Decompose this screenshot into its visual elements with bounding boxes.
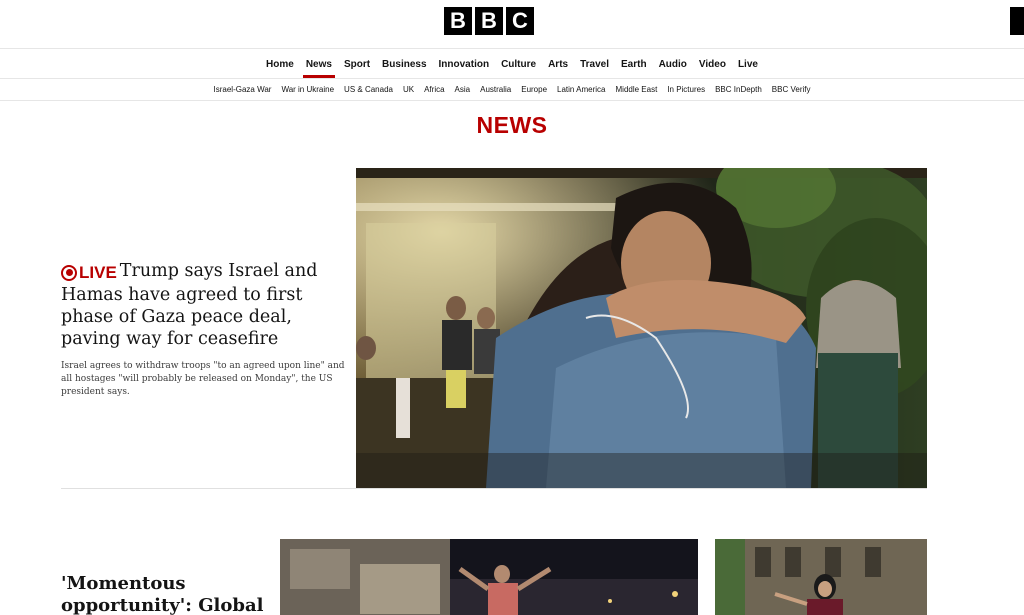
subnav-item-israel-gaza-war[interactable]: Israel-Gaza War: [209, 80, 277, 100]
photo-campus-icon: [715, 539, 927, 615]
secondary-nav-list: Israel-Gaza War War in Ukraine US & Canada…: [0, 80, 1024, 100]
subnav-item-bbc-verify[interactable]: BBC Verify: [767, 80, 816, 100]
nav-item-video[interactable]: Video: [693, 50, 732, 78]
primary-nav: Home News Sport Business Innovation Culture Ar…: [0, 50, 1024, 79]
subnav-item-us-and-canada[interactable]: US & Canada: [339, 80, 398, 100]
photo-embrace-icon: [356, 168, 927, 488]
subnav-item-asia[interactable]: Asia: [450, 80, 476, 100]
live-badge: LIVE: [61, 262, 117, 284]
primary-nav-list: Home News Sport Business Innovation Culture Ar…: [0, 50, 1024, 78]
second-headline[interactable]: 'Momentous opportunity': Global: [61, 573, 271, 615]
bbc-logo-letter: B: [475, 7, 503, 35]
subnav-item-australia[interactable]: Australia: [475, 80, 516, 100]
bbc-logo[interactable]: B B C: [444, 7, 534, 35]
nav-item-audio[interactable]: Audio: [653, 50, 693, 78]
subnav-item-middle-east[interactable]: Middle East: [611, 80, 663, 100]
secondary-nav: Israel-Gaza War War in Ukraine US & Canada…: [0, 80, 1024, 101]
live-label: LIVE: [79, 262, 117, 282]
subnav-item-latin-america[interactable]: Latin America: [552, 80, 610, 100]
lead-summary: Israel agrees to withdraw troops "to an …: [61, 360, 345, 397]
nav-item-arts[interactable]: Arts: [542, 50, 574, 78]
menu-edge-block[interactable]: [1010, 7, 1024, 35]
divider: [61, 488, 927, 489]
lead-story[interactable]: LIVE Trump says Israel and Hamas have agr…: [61, 260, 351, 399]
subnav-item-bbc-indepth[interactable]: BBC InDepth: [710, 80, 767, 100]
page-title: NEWS: [476, 112, 548, 138]
subnav-item-africa[interactable]: Africa: [419, 80, 449, 100]
nav-item-business[interactable]: Business: [376, 50, 432, 78]
second-story-image[interactable]: [280, 539, 698, 615]
live-icon: [61, 264, 77, 281]
nav-item-news[interactable]: News: [300, 50, 338, 78]
lead-headline[interactable]: LIVE Trump says Israel and Hamas have agr…: [61, 260, 351, 350]
lead-image[interactable]: [356, 168, 927, 488]
nav-item-earth[interactable]: Earth: [615, 50, 653, 78]
nav-item-live[interactable]: Live: [732, 50, 764, 78]
nav-item-innovation[interactable]: Innovation: [433, 50, 496, 78]
subnav-item-in-pictures[interactable]: In Pictures: [662, 80, 710, 100]
bbc-logo-letter: C: [506, 7, 534, 35]
third-story-image[interactable]: [715, 539, 927, 615]
nav-item-travel[interactable]: Travel: [574, 50, 615, 78]
nav-item-culture[interactable]: Culture: [495, 50, 542, 78]
nav-item-home[interactable]: Home: [260, 50, 300, 78]
subnav-item-war-in-ukraine[interactable]: War in Ukraine: [276, 80, 339, 100]
photo-celebration-icon: [280, 539, 698, 615]
subnav-item-europe[interactable]: Europe: [516, 80, 552, 100]
masthead: B B C: [0, 0, 1024, 49]
nav-item-sport[interactable]: Sport: [338, 50, 376, 78]
subnav-item-uk[interactable]: UK: [398, 80, 419, 100]
bbc-logo-letter: B: [444, 7, 472, 35]
